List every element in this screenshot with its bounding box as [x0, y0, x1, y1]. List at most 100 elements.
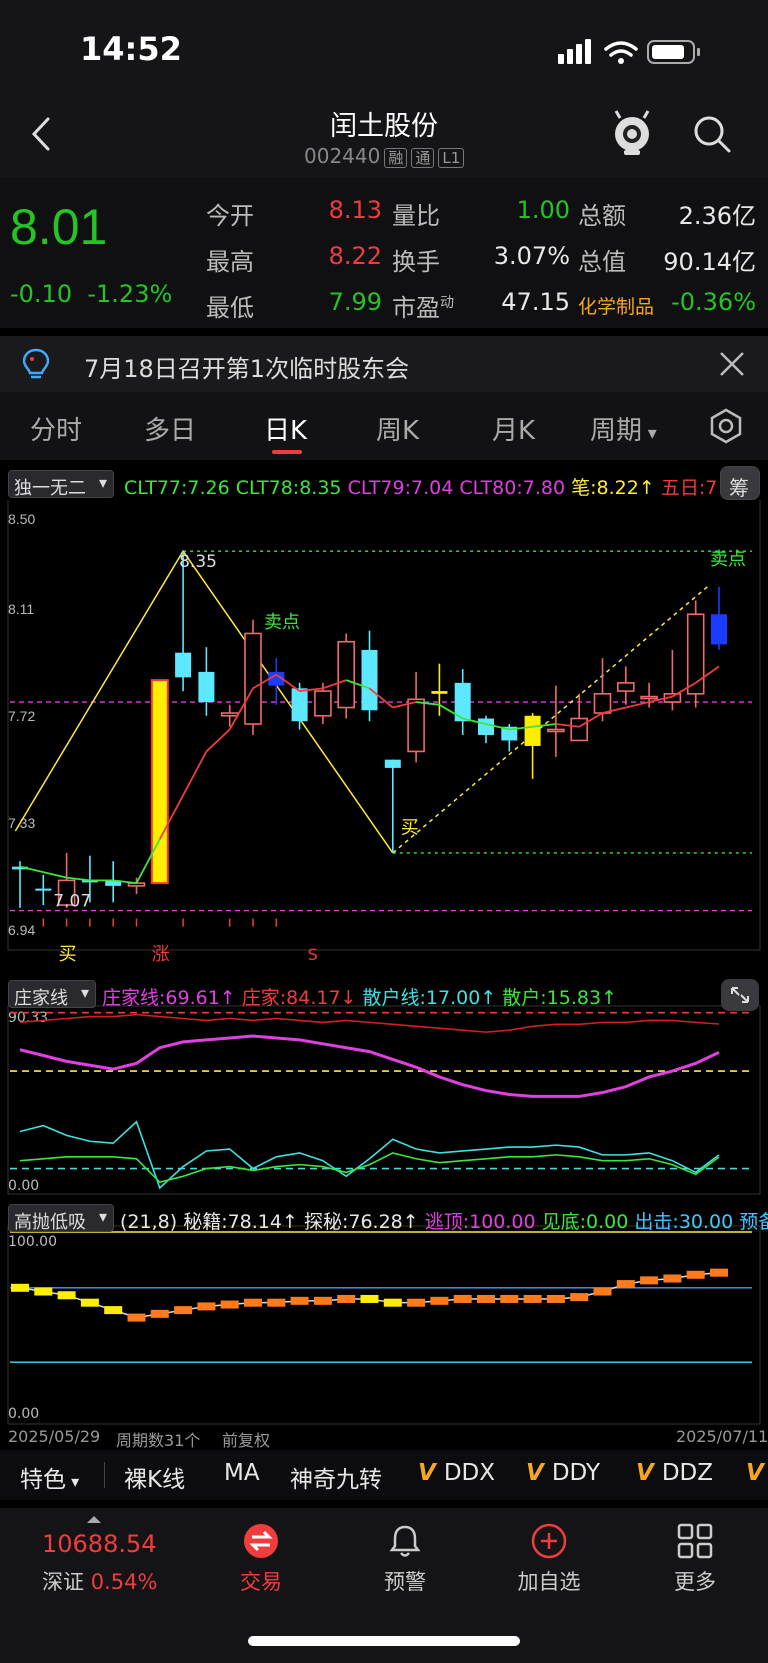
candle-body-up [220, 712, 239, 717]
close-icon[interactable] [718, 350, 746, 378]
limit-up-label: 涨 [152, 944, 170, 965]
sub2-selector[interactable]: 高抛低吸 ▾ [8, 1204, 114, 1233]
sub1-selector[interactable]: 庄家线 ▾ [8, 980, 96, 1009]
tab-daily-k[interactable]: 日K [264, 410, 307, 447]
legend-sanhu: 散户:15.83↑ [502, 987, 618, 1009]
indicator-ddy[interactable]: V DDY [526, 1460, 600, 1486]
trade-icon[interactable] [242, 1522, 280, 1560]
indicator-td9[interactable]: 神奇九转 [290, 1460, 382, 1494]
candle-body [361, 649, 378, 711]
chip-button[interactable]: 筹 [720, 466, 760, 500]
candle-body-up [127, 882, 146, 887]
tab-monthly-k[interactable]: 月K [492, 410, 535, 447]
stock-code-row: 002440 融通 L1 [304, 144, 465, 168]
tag-tong: 通 [411, 148, 435, 168]
indicator-ma[interactable]: MA [224, 1460, 260, 1486]
adjust-mode[interactable]: 前复权 [222, 1427, 270, 1451]
candle-body-up [314, 690, 332, 717]
candle-body [478, 718, 494, 735]
legend-chuji: 出击:30.00 [634, 1211, 734, 1233]
caret-down-icon: ▾ [98, 1207, 107, 1226]
caret-down-icon: ▾ [66, 1472, 80, 1491]
miji-bar [174, 1306, 193, 1315]
y-axis-label: 6.94 [8, 922, 35, 938]
add-watchlist-icon[interactable] [530, 1522, 568, 1560]
tab-period[interactable]: 周期 ▾ [590, 410, 657, 447]
mascot-icon[interactable] [610, 108, 654, 156]
indicator-ddz[interactable]: V DDZ [636, 1460, 713, 1486]
miji-bar [570, 1293, 589, 1302]
miji-bar [57, 1291, 76, 1300]
legend-sanhu-line: 散户线:17.00↑ [362, 987, 497, 1009]
candle-body [198, 671, 215, 703]
label-market-cap: 总值 [578, 248, 626, 276]
legend-miji: 秘籍:78.14↑ [183, 1211, 298, 1233]
miji-bar [127, 1313, 146, 1322]
nav-more[interactable]: 更多 [635, 1566, 755, 1596]
tab-multi-day[interactable]: 多日 [144, 410, 196, 447]
legend-zhuangjia-line: 庄家线:69.61↑ [102, 987, 236, 1009]
nav-add-watchlist[interactable]: 加自选 [489, 1566, 609, 1596]
sub2-y-top: 100.00 [8, 1234, 57, 1250]
sanhu-series [19, 1152, 720, 1184]
bell-icon[interactable] [386, 1522, 424, 1560]
grid-more-icon[interactable] [676, 1522, 714, 1560]
value-turnover-amount: 2.36亿 [678, 202, 756, 230]
indicator-more[interactable]: V [746, 1460, 764, 1486]
miji-bar [453, 1294, 472, 1303]
tab-minute[interactable]: 分时 [30, 410, 82, 447]
candle-body-up [616, 682, 635, 692]
label-low: 最低 [206, 294, 254, 322]
search-icon[interactable] [692, 114, 732, 154]
notice-text[interactable]: 7月18日召开第1次临时股东会 [84, 349, 409, 384]
indicator-bare-k[interactable]: 裸K线 [124, 1460, 185, 1494]
miji-bar [360, 1294, 379, 1303]
miji-bar [220, 1300, 239, 1309]
buy-label: 买 [401, 818, 419, 839]
caret-up-icon[interactable] [86, 1514, 102, 1524]
index-value[interactable]: 10688.54 [42, 1530, 157, 1558]
candle-body [431, 691, 448, 694]
axis-end-date: 2025/07/11 [676, 1427, 768, 1446]
miji-bar [197, 1302, 216, 1311]
expand-icon[interactable] [720, 978, 760, 1012]
sub2-legend: (21,8) 秘籍:78.14↑ 探秘:76.28↑ 逃顶:100.00 见底:… [120, 1207, 768, 1234]
change-pct: -1.23% [87, 280, 173, 308]
indicator-special[interactable]: 特色 ▾ [20, 1460, 79, 1494]
miji-bar [686, 1270, 705, 1279]
indicator-ddx[interactable]: V DDX [418, 1460, 495, 1486]
miji-bar [150, 1309, 169, 1318]
sell-point-label: 卖点 [264, 612, 300, 633]
main-legend: CLT77:7.26 CLT78:8.35 CLT79:7.04 CLT80:7… [124, 473, 717, 500]
legend-clt77: CLT77:7.26 [124, 477, 230, 499]
lightbulb-icon [22, 348, 50, 379]
miji-bar [523, 1294, 542, 1303]
miji-bar [313, 1296, 332, 1305]
nav-alert[interactable]: 预警 [345, 1566, 465, 1596]
sub2-y-bottom: 0.00 [8, 1406, 39, 1422]
sub2-frame [7, 1225, 761, 1425]
indicator-selector[interactable]: 独一无二 ▾ [8, 470, 114, 499]
index-row[interactable]: 深证 0.54% [42, 1566, 157, 1596]
candle-body [175, 652, 192, 678]
miji-bar [640, 1276, 659, 1285]
tab-weekly-k[interactable]: 周K [376, 410, 419, 447]
candle-body [291, 688, 308, 722]
high-label: 8.35 [179, 552, 217, 572]
y-axis-label: 8.50 [8, 511, 35, 527]
status-time: 14:52 [80, 30, 182, 68]
candle-body-up [640, 695, 658, 700]
legend-tanmi: 探秘:76.28↑ [303, 1211, 419, 1233]
sanhu-line-series [19, 1120, 720, 1190]
zhuangjia-line-series [19, 1034, 720, 1098]
settings-icon[interactable] [708, 408, 744, 444]
nav-trade[interactable]: 交易 [201, 1566, 321, 1596]
sell-point-label: 卖点 [710, 549, 746, 570]
ma5-segment [625, 701, 650, 709]
caret-down-icon: ▾ [642, 423, 657, 444]
miji-bar [500, 1294, 519, 1303]
sub1-frame [7, 1005, 761, 1195]
miji-bar [337, 1294, 356, 1303]
label-pe: 市盈动 [392, 294, 454, 322]
legend-params: (21,8) [120, 1211, 178, 1233]
